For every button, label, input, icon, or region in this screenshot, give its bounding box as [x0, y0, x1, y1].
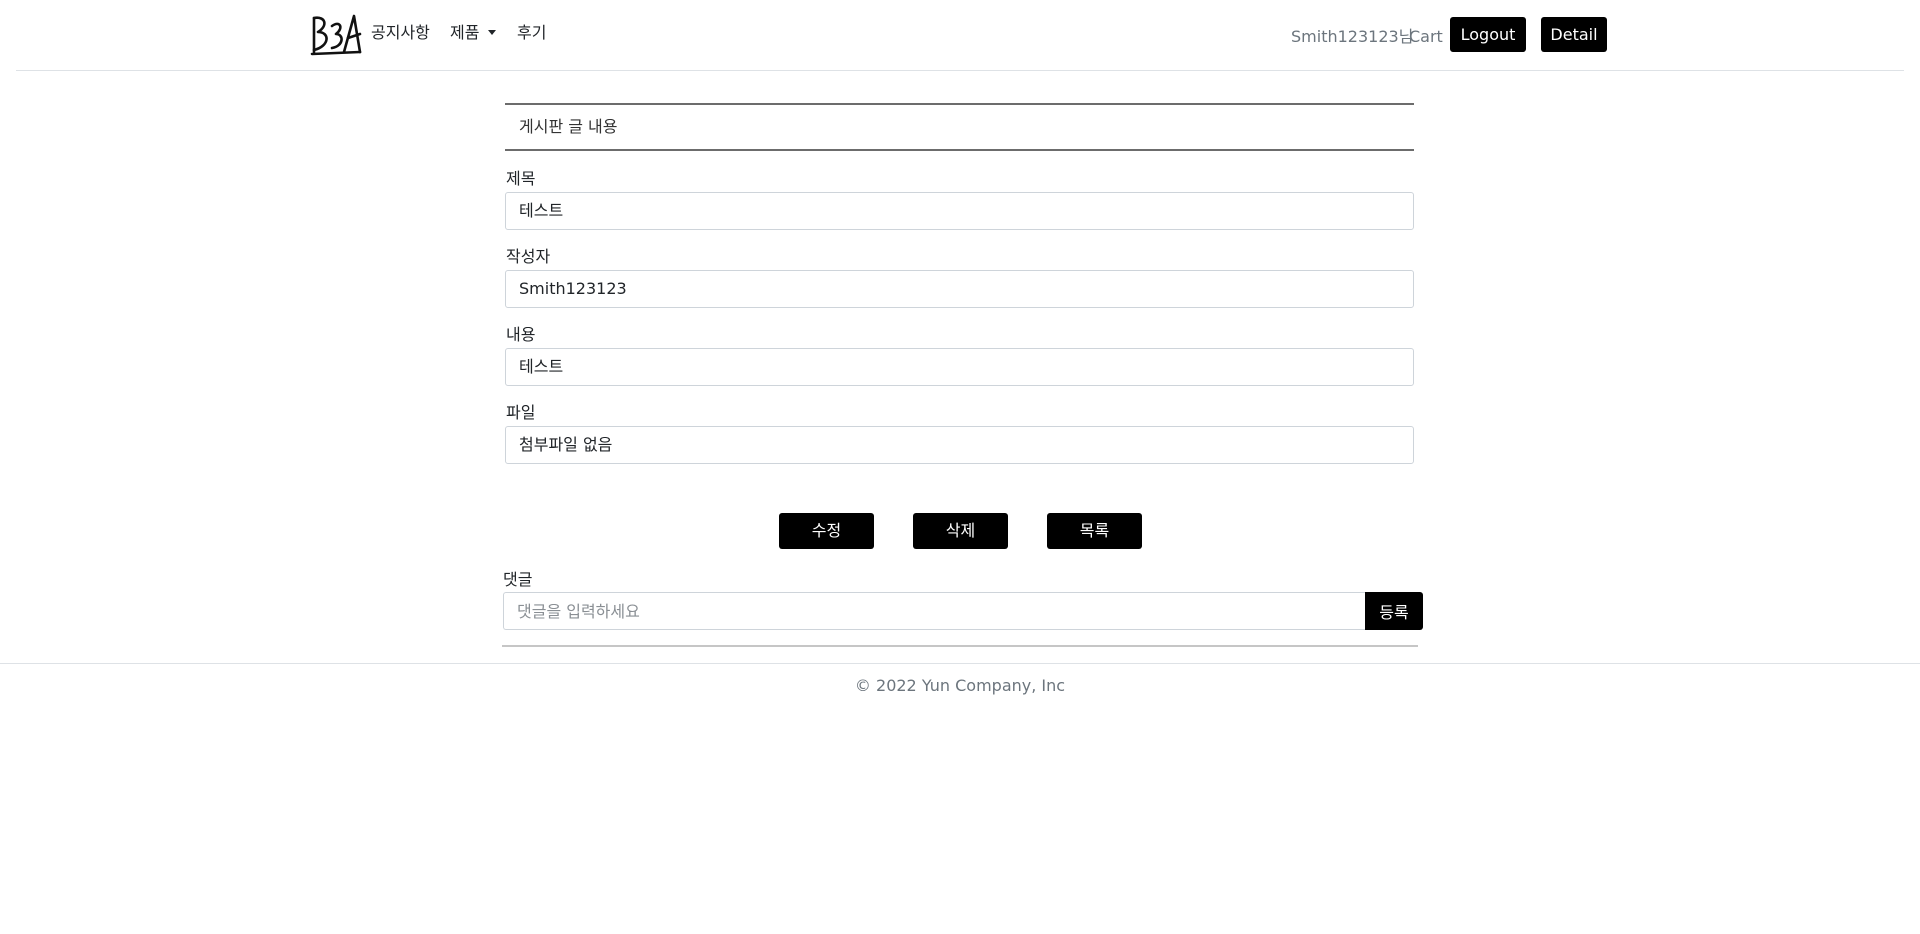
nav-products-label: 제품 [450, 23, 480, 42]
content-field: 테스트 [505, 348, 1414, 386]
comment-submit-button[interactable]: 등록 [1365, 592, 1423, 630]
comment-divider [502, 645, 1418, 647]
content-label: 내용 [506, 325, 536, 344]
title-label: 제목 [506, 169, 536, 188]
logout-button[interactable]: Logout [1450, 17, 1526, 52]
user-greeting: Smith123123님 [1291, 27, 1414, 46]
board-heading-box: 게시판 글 내용 [505, 103, 1414, 151]
edit-button[interactable]: 수정 [779, 513, 874, 549]
file-label: 파일 [506, 403, 536, 422]
comment-label: 댓글 [503, 570, 533, 589]
comment-input[interactable] [503, 592, 1366, 630]
file-field: 첨부파일 없음 [505, 426, 1414, 464]
cart-link[interactable]: Cart [1409, 26, 1443, 48]
footer-divider [0, 663, 1920, 664]
nav-notice-link[interactable]: 공지사항 [371, 22, 430, 44]
delete-button[interactable]: 삭제 [913, 513, 1008, 549]
nav-reviews-link[interactable]: 후기 [517, 22, 546, 44]
title-field: 테스트 [505, 192, 1414, 230]
board-heading: 게시판 글 내용 [519, 117, 618, 136]
site-header: 공지사항 제품 후기 Smith123123님 Cart Logout Deta… [16, 0, 1904, 71]
brand-logo-icon[interactable] [310, 12, 364, 56]
caret-down-icon [488, 30, 497, 35]
footer-copyright: © 2022 Yun Company, Inc [854, 676, 1066, 695]
author-field: Smith123123 [505, 270, 1414, 308]
nav-products-dropdown[interactable]: 제품 [450, 22, 497, 44]
author-label: 작성자 [506, 247, 551, 266]
list-button[interactable]: 목록 [1047, 513, 1142, 549]
detail-button[interactable]: Detail [1541, 17, 1607, 52]
